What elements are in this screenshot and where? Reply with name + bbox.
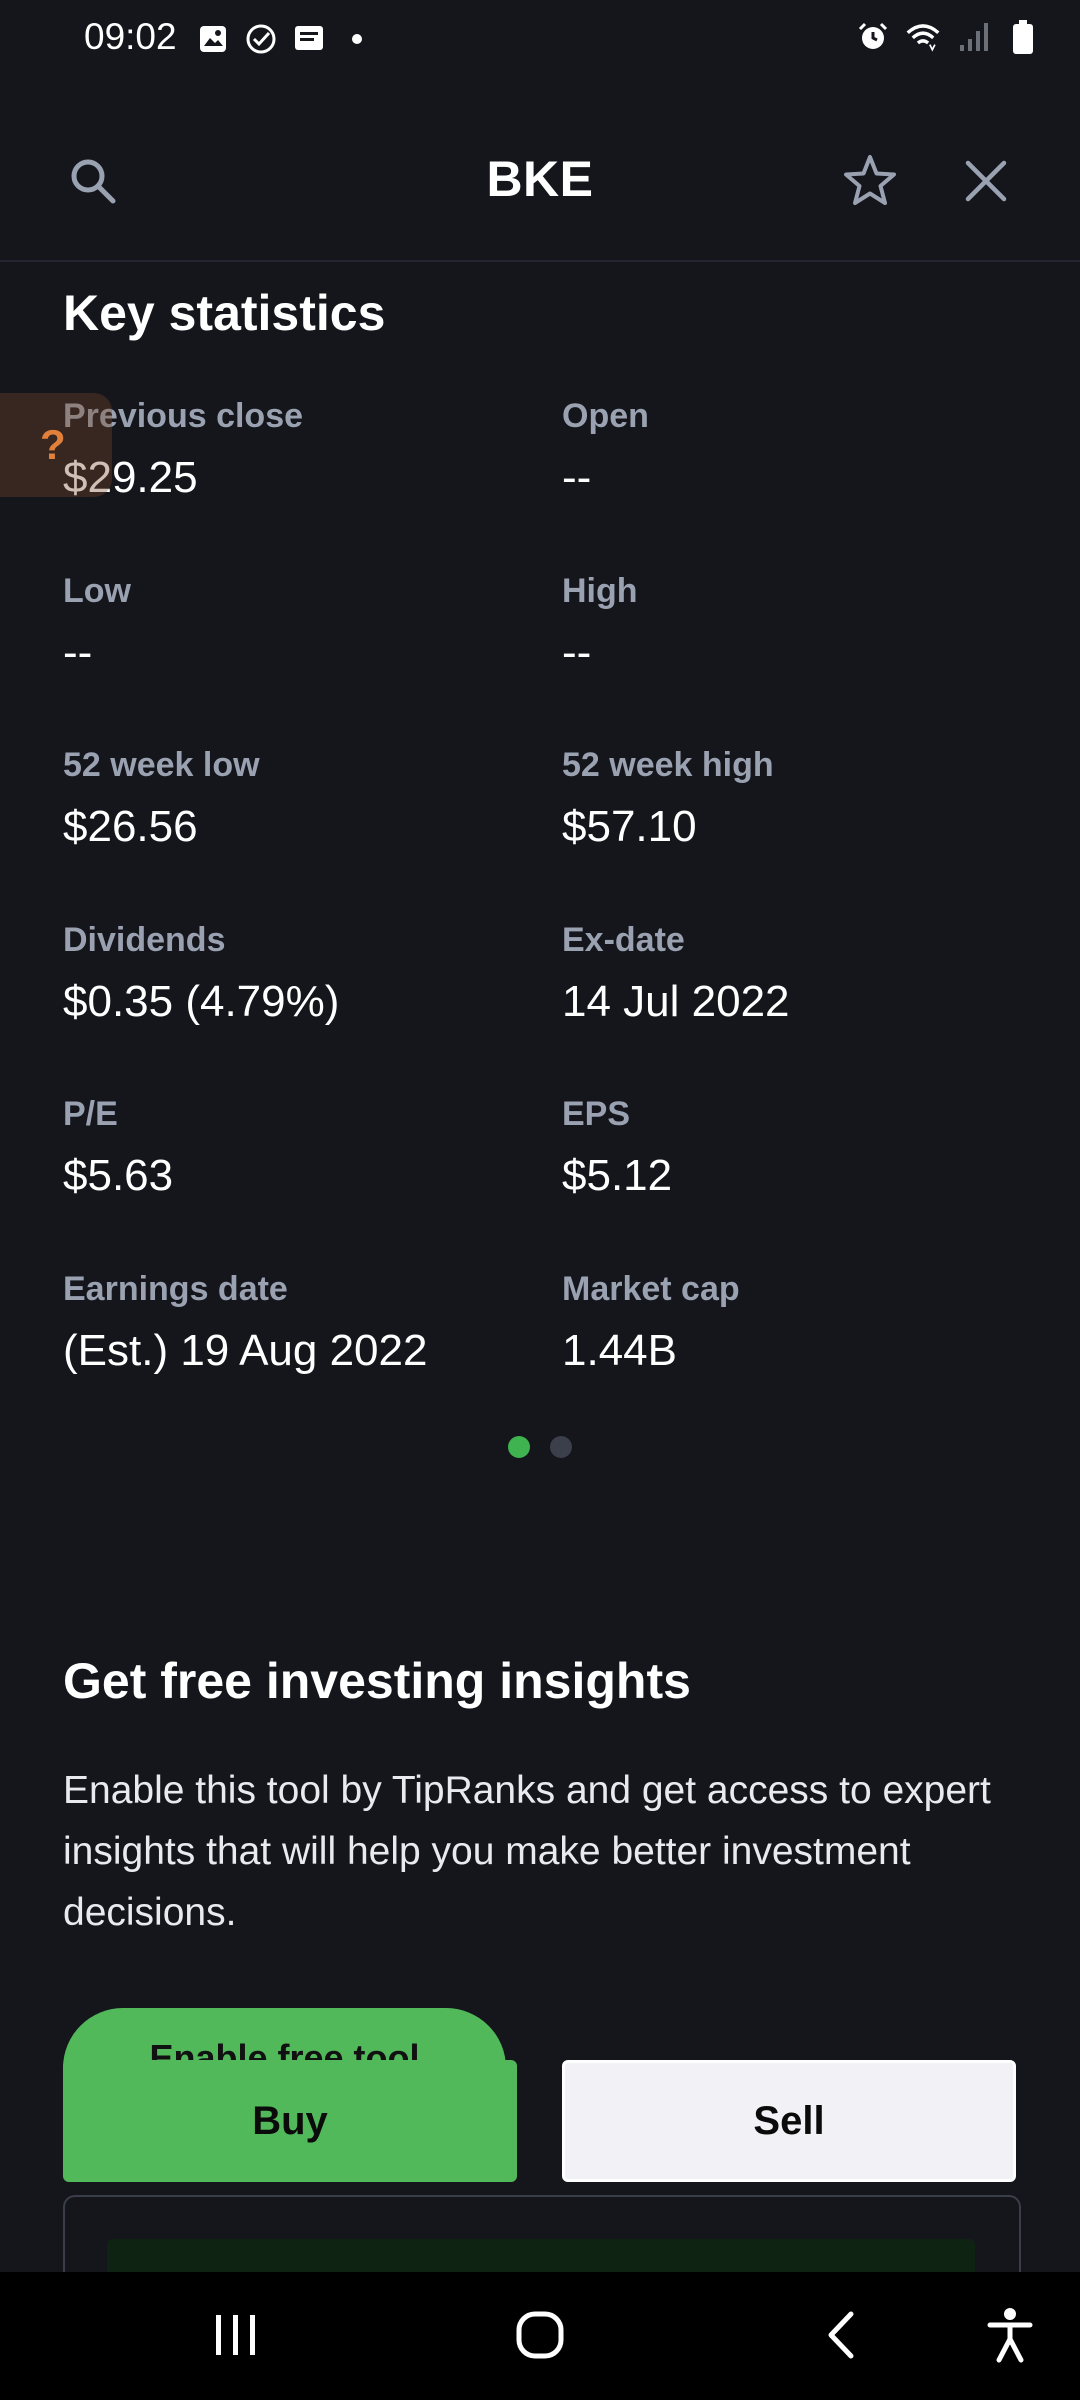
stat-value: $5.63 [63,1151,174,1200]
stat-label: EPS [562,1095,631,1133]
system-icons [856,20,1040,54]
message-icon [292,22,326,56]
stat-open: Open -- [562,394,1022,504]
stat-label: Previous close [63,397,304,435]
alarm-icon [856,20,890,54]
stat-label: Ex-date [562,921,685,959]
stat-label: Market cap [562,1270,740,1308]
stat-value: -- [562,628,592,677]
close-icon [964,159,1008,208]
battery-icon [1006,20,1040,54]
stat-value: $26.56 [63,802,198,851]
stat-value: $29.25 [63,453,198,502]
stat-label: 52 week low [63,746,260,784]
status-bar: 09:02 [0,0,1080,80]
accessibility-button[interactable] [970,2302,1050,2372]
stat-pe: P/E $5.63 [63,1092,523,1202]
stat-value: $57.10 [562,802,697,851]
insights-title: Get free investing insights [63,1653,691,1709]
stat-value: (Est.) 19 Aug 2022 [63,1326,428,1375]
help-tab[interactable]: ? [0,393,112,497]
stat-52-week-high: 52 week high $57.10 [562,743,1022,853]
card-preview [63,2195,1021,2279]
check-circle-icon [244,22,278,56]
home-icon [515,2310,565,2365]
recents-icon [212,2313,260,2362]
stat-high: High -- [562,569,1022,679]
stat-low: Low -- [63,569,523,679]
stat-ex-date: Ex-date 14 Jul 2022 [562,918,1022,1028]
system-nav-bar [0,2272,1080,2400]
watchlist-star-button[interactable] [835,148,905,218]
stat-label: 52 week high [562,746,774,784]
pager-dot-active[interactable] [508,1436,530,1458]
stat-value: $5.12 [562,1151,673,1200]
dot-icon [340,22,374,56]
pager-dot[interactable] [550,1436,572,1458]
stat-label: Low [63,572,131,610]
stat-value: 1.44B [562,1326,677,1375]
buy-button[interactable]: Buy [63,2060,517,2182]
accessibility-icon [987,2307,1033,2368]
stat-label: Earnings date [63,1270,288,1308]
stat-label: P/E [63,1095,118,1133]
stat-previous-close: Previous close $29.25 [63,394,523,504]
pager-dots [508,1436,572,1458]
stat-market-cap: Market cap 1.44B [562,1267,1022,1377]
stat-52-week-low: 52 week low $26.56 [63,743,523,853]
stat-value: -- [63,628,93,677]
stat-earnings-date: Earnings date (Est.) 19 Aug 2022 [63,1267,523,1377]
star-icon [842,153,898,214]
stat-label: Dividends [63,921,226,959]
wifi-icon [906,20,940,54]
stat-label: High [562,572,638,610]
home-button[interactable] [500,2302,580,2372]
stat-value: $0.35 (4.79%) [63,977,340,1026]
back-icon [823,2310,857,2365]
stat-dividends: Dividends $0.35 (4.79%) [63,918,523,1028]
recents-button[interactable] [196,2302,276,2372]
back-button[interactable] [800,2302,880,2372]
sell-button[interactable]: Sell [562,2060,1016,2182]
status-time: 09:02 [84,16,177,57]
question-mark-icon: ? [40,421,66,468]
stat-eps: EPS $5.12 [562,1092,1022,1202]
stat-value: 14 Jul 2022 [562,977,790,1026]
app-header: BKE [0,120,1080,262]
signal-icon [956,20,990,54]
notification-icons [196,22,374,56]
close-button[interactable] [951,148,1021,218]
stat-value: -- [562,453,592,502]
key-statistics-title: Key statistics [63,285,386,341]
stat-label: Open [562,397,649,435]
page-title: BKE [486,151,594,207]
insights-description: Enable this tool by TipRanks and get acc… [63,1769,991,1934]
gallery-icon [196,22,230,56]
